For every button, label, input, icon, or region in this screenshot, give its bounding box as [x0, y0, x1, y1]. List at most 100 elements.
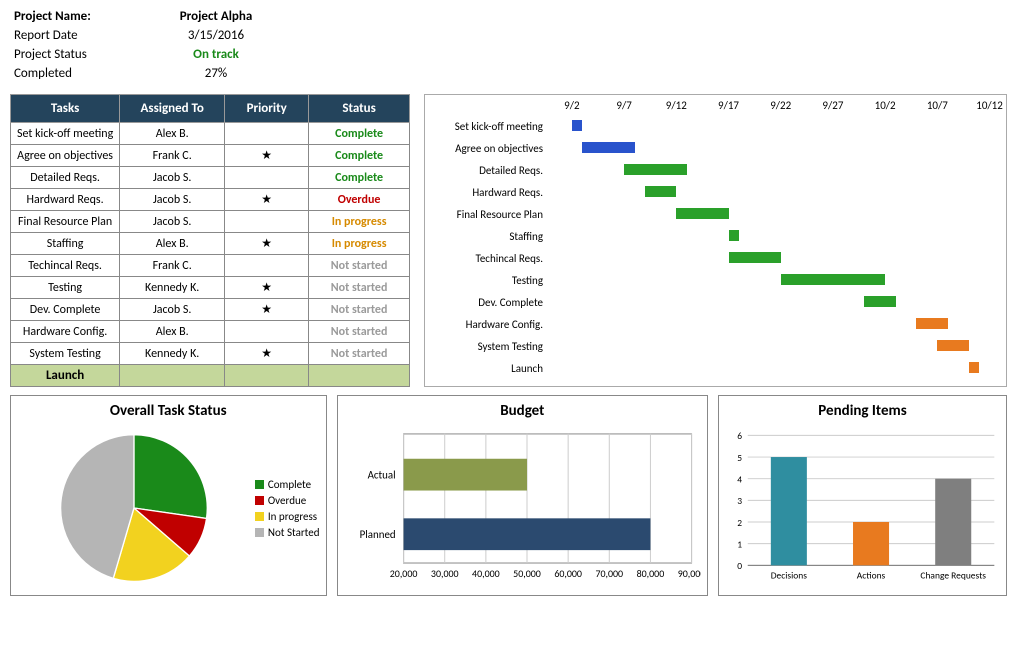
- task-status: Not started: [309, 321, 410, 343]
- task-status: Not started: [309, 343, 410, 365]
- budget-title: Budget: [344, 402, 702, 420]
- task-name: Agree on objectives: [11, 145, 120, 167]
- gantt-chart: 9/29/79/129/179/229/2710/210/710/12 Set …: [424, 94, 1007, 387]
- task-assignee: Jacob S.: [120, 189, 225, 211]
- pending-ytick: 5: [737, 452, 742, 464]
- gantt-row-label: Techincal Reqs.: [431, 252, 551, 265]
- task-assignee: Frank C.: [120, 255, 225, 277]
- overall-status-panel: Overall Task Status CompleteOverdueIn pr…: [10, 395, 327, 596]
- gantt-bar: [624, 164, 687, 175]
- pending-ytick: 0: [737, 560, 742, 572]
- task-name: Staffing: [11, 233, 120, 255]
- task-name: Techincal Reqs.: [11, 255, 120, 277]
- table-row: Final Resource PlanJacob S.In progress: [11, 211, 410, 233]
- task-assignee: Jacob S.: [120, 299, 225, 321]
- task-status: Complete: [309, 123, 410, 145]
- pie-chart: [17, 428, 251, 588]
- gantt-row-label: Set kick-off meeting: [431, 120, 551, 133]
- gantt-row: Launch: [431, 357, 1000, 379]
- col-tasks: Tasks: [11, 95, 120, 123]
- task-status: Not started: [309, 277, 410, 299]
- task-assignee: Jacob S.: [120, 211, 225, 233]
- task-assignee: Jacob S.: [120, 167, 225, 189]
- gantt-row: Agree on objectives: [431, 137, 1000, 159]
- task-name: System Testing: [11, 343, 120, 365]
- task-priority: [225, 255, 309, 277]
- task-priority: ★: [225, 299, 309, 321]
- gantt-row: System Testing: [431, 335, 1000, 357]
- gantt-tick: 9/7: [616, 99, 631, 112]
- task-priority: [225, 321, 309, 343]
- budget-label: Planned: [359, 528, 395, 541]
- gantt-row-label: System Testing: [431, 340, 551, 353]
- budget-xtick: 90,000: [677, 568, 701, 580]
- project-status: On track: [156, 46, 276, 63]
- gantt-bar: [729, 230, 739, 241]
- pending-title: Pending Items: [725, 402, 1000, 420]
- pending-chart: 0123456DecisionsActionsChange Requests: [725, 424, 1000, 593]
- completed-pct: 27%: [156, 65, 276, 82]
- gantt-tick: 9/27: [822, 99, 843, 112]
- task-assignee: Frank C.: [120, 145, 225, 167]
- pending-panel: Pending Items 0123456DecisionsActionsCha…: [718, 395, 1007, 596]
- table-row: Dev. CompleteJacob S.★Not started: [11, 299, 410, 321]
- pending-bar: [935, 479, 971, 566]
- table-row: Set kick-off meetingAlex B.Complete: [11, 123, 410, 145]
- gantt-row: Techincal Reqs.: [431, 247, 1000, 269]
- pending-ytick: 4: [737, 473, 742, 485]
- task-assignee: Kennedy K.: [120, 343, 225, 365]
- project-status-label: Project Status: [14, 46, 154, 63]
- legend-label: Complete: [268, 478, 311, 491]
- budget-xtick: 50,000: [513, 568, 541, 580]
- task-status: Complete: [309, 145, 410, 167]
- budget-bar: [403, 459, 526, 491]
- gantt-row-label: Staffing: [431, 230, 551, 243]
- budget-bar: [403, 518, 650, 550]
- table-row: System TestingKennedy K.★Not started: [11, 343, 410, 365]
- task-status: In progress: [309, 233, 410, 255]
- task-status: In progress: [309, 211, 410, 233]
- gantt-row: Testing: [431, 269, 1000, 291]
- launch-row: Launch: [11, 365, 410, 387]
- gantt-bar: [969, 362, 979, 373]
- gantt-bar: [937, 340, 968, 351]
- gantt-row: Dev. Complete: [431, 291, 1000, 313]
- task-name: Hardward Reqs.: [11, 189, 120, 211]
- table-row: Detailed Reqs.Jacob S.Complete: [11, 167, 410, 189]
- legend-item: In progress: [255, 510, 320, 523]
- col-priority: Priority: [225, 95, 309, 123]
- table-row: Hardward Reqs.Jacob S.★Overdue: [11, 189, 410, 211]
- launch-label: Launch: [11, 365, 120, 387]
- gantt-row-label: Testing: [431, 274, 551, 287]
- gantt-row: Hardware Config.: [431, 313, 1000, 335]
- task-table: Tasks Assigned To Priority Status Set ki…: [10, 94, 410, 387]
- gantt-bar: [864, 296, 895, 307]
- budget-panel: Budget 20,00030,00040,00050,00060,00070,…: [337, 395, 709, 596]
- task-name: Dev. Complete: [11, 299, 120, 321]
- project-name: Project Alpha: [156, 8, 276, 25]
- table-row: Hardware Config.Alex B.Not started: [11, 321, 410, 343]
- pending-xtick: Change Requests: [920, 570, 986, 582]
- pending-xtick: Actions: [857, 570, 886, 582]
- legend-swatch: [255, 512, 264, 521]
- legend-label: Overdue: [268, 494, 306, 507]
- pending-ytick: 1: [737, 538, 742, 550]
- budget-xtick: 80,000: [636, 568, 664, 580]
- task-status: Overdue: [309, 189, 410, 211]
- legend-item: Complete: [255, 478, 320, 491]
- task-priority: ★: [225, 277, 309, 299]
- gantt-tick: 10/12: [976, 99, 1003, 112]
- col-assigned: Assigned To: [120, 95, 225, 123]
- budget-xtick: 60,000: [554, 568, 582, 580]
- budget-xtick: 70,000: [595, 568, 623, 580]
- task-assignee: Kennedy K.: [120, 277, 225, 299]
- gantt-row-label: Dev. Complete: [431, 296, 551, 309]
- pending-ytick: 6: [737, 430, 742, 442]
- gantt-row-label: Detailed Reqs.: [431, 164, 551, 177]
- budget-chart: 20,00030,00040,00050,00060,00070,00080,0…: [344, 424, 702, 593]
- gantt-tick: 10/7: [927, 99, 948, 112]
- task-assignee: Alex B.: [120, 233, 225, 255]
- task-priority: ★: [225, 343, 309, 365]
- legend-swatch: [255, 496, 264, 505]
- task-assignee: Alex B.: [120, 123, 225, 145]
